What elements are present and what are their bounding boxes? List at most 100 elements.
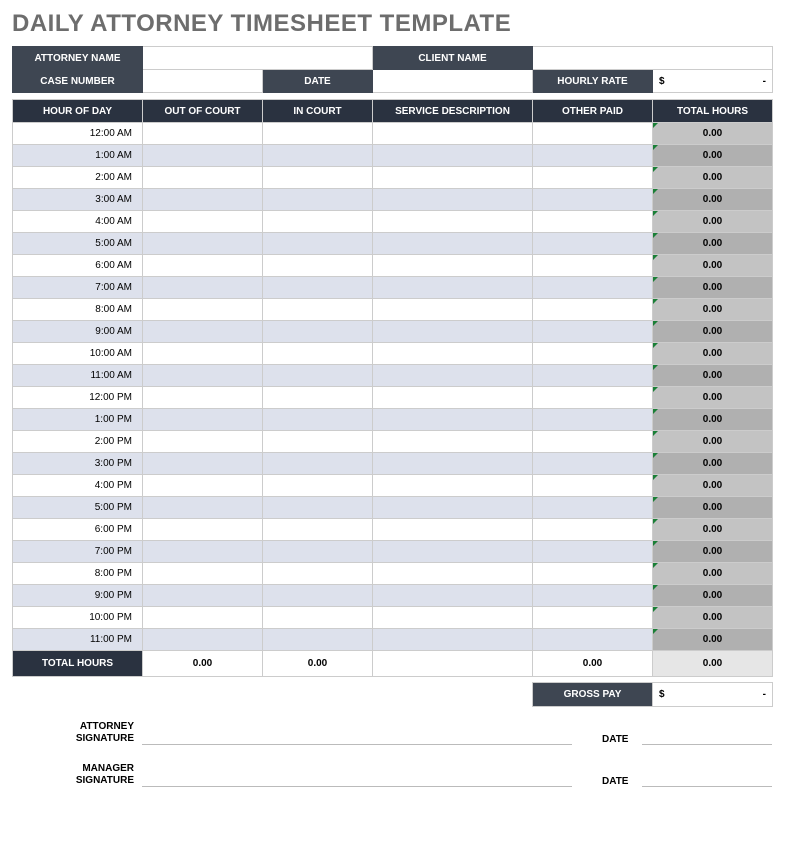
out-of-court-cell[interactable] xyxy=(143,431,263,453)
other-paid-cell[interactable] xyxy=(533,123,653,145)
service-description-cell[interactable] xyxy=(373,563,533,585)
other-paid-cell[interactable] xyxy=(533,145,653,167)
service-description-cell[interactable] xyxy=(373,541,533,563)
out-of-court-cell[interactable] xyxy=(143,189,263,211)
other-paid-cell[interactable] xyxy=(533,409,653,431)
service-description-cell[interactable] xyxy=(373,519,533,541)
out-of-court-cell[interactable] xyxy=(143,255,263,277)
service-description-cell[interactable] xyxy=(373,189,533,211)
out-of-court-cell[interactable] xyxy=(143,387,263,409)
other-paid-cell[interactable] xyxy=(533,541,653,563)
out-of-court-cell[interactable] xyxy=(143,277,263,299)
out-of-court-cell[interactable] xyxy=(143,321,263,343)
other-paid-cell[interactable] xyxy=(533,431,653,453)
out-of-court-cell[interactable] xyxy=(143,585,263,607)
other-paid-cell[interactable] xyxy=(533,189,653,211)
attorney-name-field[interactable] xyxy=(143,47,373,70)
other-paid-cell[interactable] xyxy=(533,563,653,585)
out-of-court-cell[interactable] xyxy=(143,365,263,387)
in-court-cell[interactable] xyxy=(263,123,373,145)
other-paid-cell[interactable] xyxy=(533,365,653,387)
other-paid-cell[interactable] xyxy=(533,519,653,541)
out-of-court-cell[interactable] xyxy=(143,233,263,255)
service-description-cell[interactable] xyxy=(373,167,533,189)
other-paid-cell[interactable] xyxy=(533,299,653,321)
out-of-court-cell[interactable] xyxy=(143,453,263,475)
in-court-cell[interactable] xyxy=(263,299,373,321)
service-description-cell[interactable] xyxy=(373,145,533,167)
service-description-cell[interactable] xyxy=(373,629,533,651)
in-court-cell[interactable] xyxy=(263,629,373,651)
out-of-court-cell[interactable] xyxy=(143,607,263,629)
service-description-cell[interactable] xyxy=(373,211,533,233)
out-of-court-cell[interactable] xyxy=(143,475,263,497)
in-court-cell[interactable] xyxy=(263,387,373,409)
service-description-cell[interactable] xyxy=(373,497,533,519)
in-court-cell[interactable] xyxy=(263,607,373,629)
in-court-cell[interactable] xyxy=(263,255,373,277)
in-court-cell[interactable] xyxy=(263,277,373,299)
manager-date-line[interactable] xyxy=(642,769,772,787)
service-description-cell[interactable] xyxy=(373,299,533,321)
attorney-date-line[interactable] xyxy=(642,727,772,745)
in-court-cell[interactable] xyxy=(263,475,373,497)
in-court-cell[interactable] xyxy=(263,453,373,475)
out-of-court-cell[interactable] xyxy=(143,123,263,145)
service-description-cell[interactable] xyxy=(373,123,533,145)
out-of-court-cell[interactable] xyxy=(143,145,263,167)
out-of-court-cell[interactable] xyxy=(143,299,263,321)
in-court-cell[interactable] xyxy=(263,145,373,167)
other-paid-cell[interactable] xyxy=(533,321,653,343)
other-paid-cell[interactable] xyxy=(533,211,653,233)
service-description-cell[interactable] xyxy=(373,343,533,365)
in-court-cell[interactable] xyxy=(263,365,373,387)
service-description-cell[interactable] xyxy=(373,387,533,409)
other-paid-cell[interactable] xyxy=(533,453,653,475)
in-court-cell[interactable] xyxy=(263,563,373,585)
manager-signature-line[interactable] xyxy=(142,769,572,787)
in-court-cell[interactable] xyxy=(263,343,373,365)
in-court-cell[interactable] xyxy=(263,189,373,211)
other-paid-cell[interactable] xyxy=(533,607,653,629)
other-paid-cell[interactable] xyxy=(533,387,653,409)
in-court-cell[interactable] xyxy=(263,519,373,541)
out-of-court-cell[interactable] xyxy=(143,629,263,651)
in-court-cell[interactable] xyxy=(263,321,373,343)
other-paid-cell[interactable] xyxy=(533,629,653,651)
service-description-cell[interactable] xyxy=(373,475,533,497)
service-description-cell[interactable] xyxy=(373,585,533,607)
attorney-signature-line[interactable] xyxy=(142,727,572,745)
service-description-cell[interactable] xyxy=(373,365,533,387)
out-of-court-cell[interactable] xyxy=(143,519,263,541)
service-description-cell[interactable] xyxy=(373,255,533,277)
other-paid-cell[interactable] xyxy=(533,497,653,519)
out-of-court-cell[interactable] xyxy=(143,497,263,519)
in-court-cell[interactable] xyxy=(263,497,373,519)
service-description-cell[interactable] xyxy=(373,277,533,299)
service-description-cell[interactable] xyxy=(373,453,533,475)
in-court-cell[interactable] xyxy=(263,541,373,563)
date-field[interactable] xyxy=(373,70,533,93)
in-court-cell[interactable] xyxy=(263,431,373,453)
service-description-cell[interactable] xyxy=(373,321,533,343)
other-paid-cell[interactable] xyxy=(533,585,653,607)
service-description-cell[interactable] xyxy=(373,431,533,453)
other-paid-cell[interactable] xyxy=(533,277,653,299)
out-of-court-cell[interactable] xyxy=(143,167,263,189)
out-of-court-cell[interactable] xyxy=(143,211,263,233)
in-court-cell[interactable] xyxy=(263,233,373,255)
out-of-court-cell[interactable] xyxy=(143,563,263,585)
other-paid-cell[interactable] xyxy=(533,255,653,277)
other-paid-cell[interactable] xyxy=(533,343,653,365)
hourly-rate-field[interactable]: $ - xyxy=(653,70,773,93)
in-court-cell[interactable] xyxy=(263,211,373,233)
out-of-court-cell[interactable] xyxy=(143,343,263,365)
other-paid-cell[interactable] xyxy=(533,475,653,497)
other-paid-cell[interactable] xyxy=(533,167,653,189)
service-description-cell[interactable] xyxy=(373,233,533,255)
in-court-cell[interactable] xyxy=(263,585,373,607)
case-number-field[interactable] xyxy=(143,70,263,93)
in-court-cell[interactable] xyxy=(263,167,373,189)
service-description-cell[interactable] xyxy=(373,607,533,629)
out-of-court-cell[interactable] xyxy=(143,409,263,431)
